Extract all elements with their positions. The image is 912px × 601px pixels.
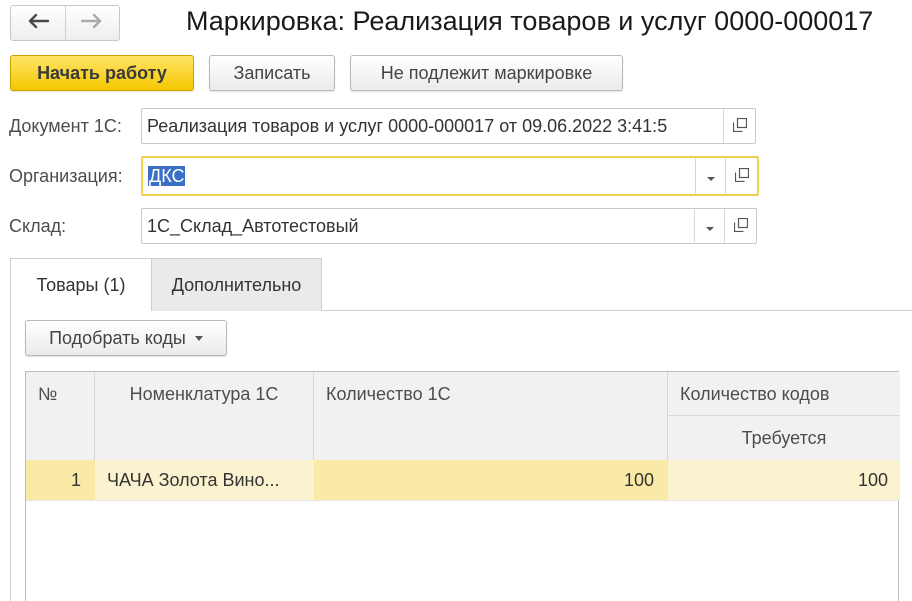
back-button[interactable] xyxy=(11,6,65,40)
warehouse-value: 1С_Склад_Автотестовый xyxy=(147,215,359,236)
cell-number: 1 xyxy=(26,460,95,500)
tab-panel-border xyxy=(10,310,11,601)
goods-table: № Номенклатура 1С Количество 1С Количест… xyxy=(25,371,900,601)
organization-value: ДКС xyxy=(148,165,186,186)
dropdown-arrow-icon xyxy=(705,216,715,237)
warehouse-dropdown-button[interactable] xyxy=(694,209,724,243)
organization-value-wrap: ДКС xyxy=(143,165,695,187)
start-work-button[interactable]: Начать работу xyxy=(10,55,194,91)
organization-dropdown-button[interactable] xyxy=(695,158,725,194)
open-window-icon xyxy=(734,166,749,187)
window-title: Маркировка: Реализация товаров и услуг 0… xyxy=(186,6,874,36)
pick-codes-button[interactable]: Подобрать коды xyxy=(25,320,227,356)
column-header-nomenclature[interactable]: Номенклатура 1С xyxy=(95,372,314,460)
arrow-right-icon xyxy=(81,13,103,34)
dropdown-arrow-icon xyxy=(706,166,716,187)
document-field[interactable]: Реализация товаров и услуг 0000-000017 о… xyxy=(141,108,756,144)
document-value: Реализация товаров и услуг 0000-000017 о… xyxy=(147,115,668,136)
warehouse-label: Склад: xyxy=(9,216,67,236)
organization-field[interactable]: ДКС xyxy=(141,156,759,196)
dropdown-arrow-icon xyxy=(194,335,203,341)
column-header-required[interactable]: Требуется xyxy=(668,416,900,460)
column-header-quantity[interactable]: Количество 1С xyxy=(314,372,668,460)
document-open-button[interactable] xyxy=(723,109,755,143)
document-label: Документ 1С: xyxy=(9,116,122,136)
not-subject-to-marking-button[interactable]: Не подлежит маркировке xyxy=(350,55,623,91)
organization-label: Организация: xyxy=(9,166,123,186)
column-header-codes-group[interactable]: Количество кодов xyxy=(668,372,900,416)
open-window-icon xyxy=(732,116,747,137)
cell-required: 100 xyxy=(668,460,900,500)
save-button[interactable]: Записать xyxy=(209,55,335,91)
column-header-number[interactable]: № xyxy=(26,372,95,460)
nav-button-group xyxy=(10,5,120,41)
warehouse-open-button[interactable] xyxy=(724,209,756,243)
pick-codes-label: Подобрать коды xyxy=(49,327,186,348)
arrow-left-icon xyxy=(27,13,50,34)
cell-quantity: 100 xyxy=(314,460,668,500)
tab-goods[interactable]: Товары (1) xyxy=(10,258,152,311)
tab-additional[interactable]: Дополнительно xyxy=(151,258,322,311)
cell-nomenclature: ЧАЧА Золота Вино... xyxy=(95,460,314,500)
organization-open-button[interactable] xyxy=(725,158,757,194)
warehouse-field[interactable]: 1С_Склад_Автотестовый xyxy=(141,208,757,244)
open-window-icon xyxy=(733,216,748,237)
row-divider xyxy=(26,500,900,501)
forward-button[interactable] xyxy=(64,6,119,40)
